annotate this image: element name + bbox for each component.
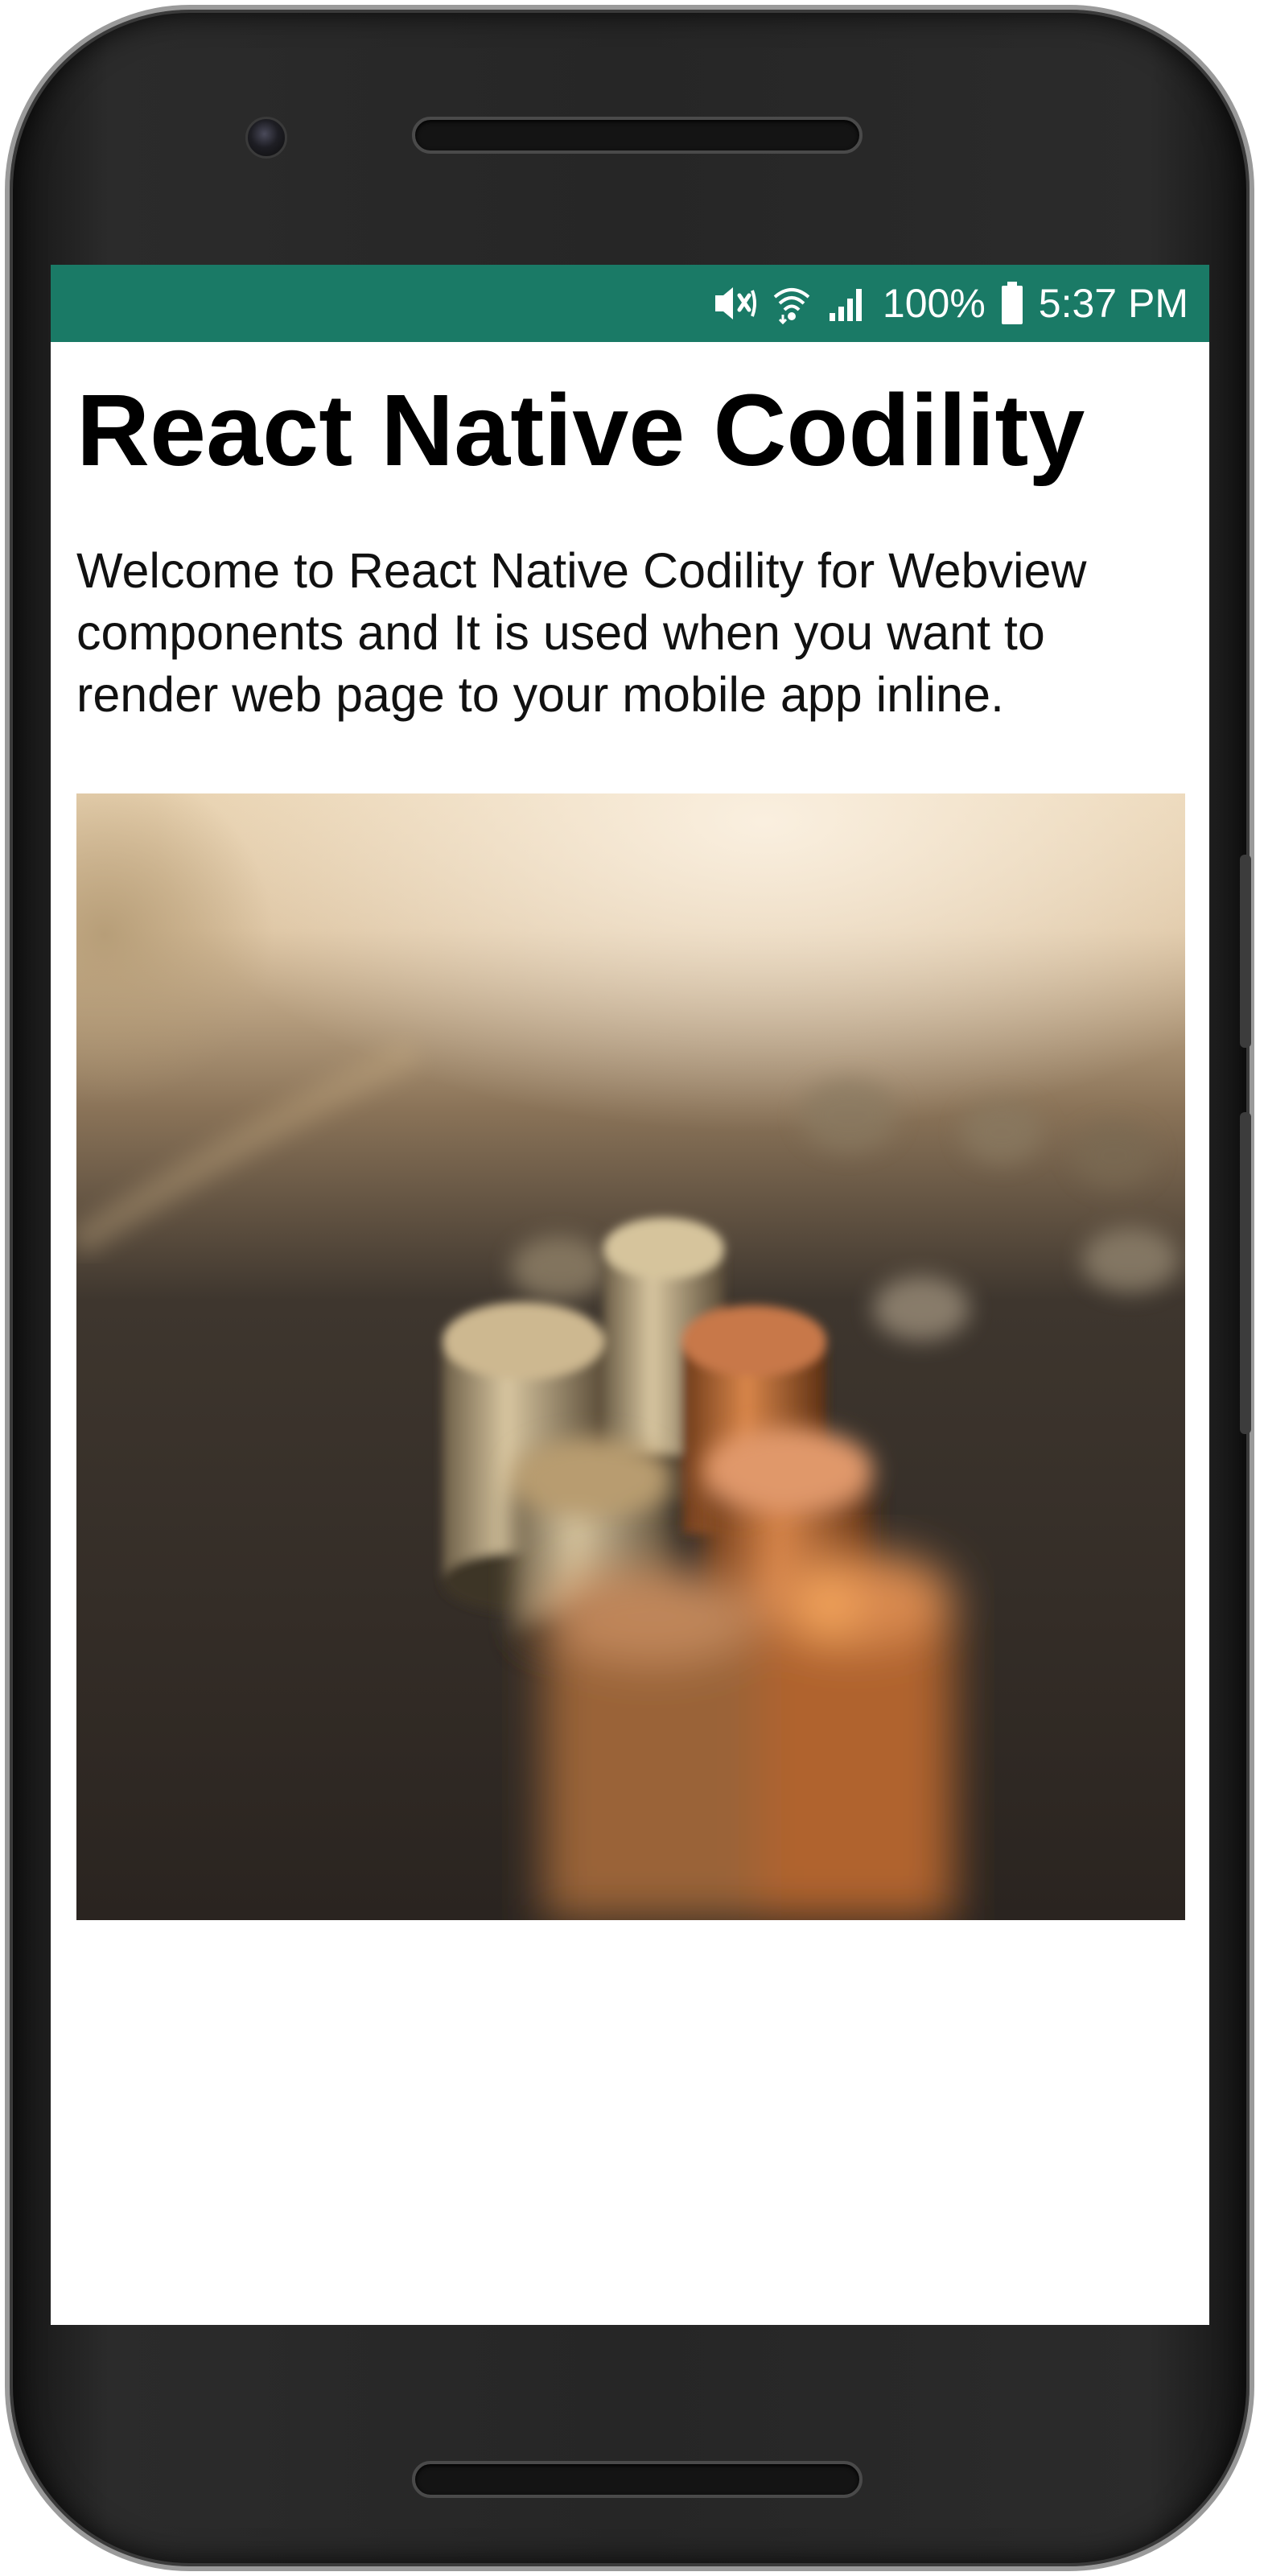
top-speaker: [412, 117, 863, 154]
bottom-speaker: [412, 2461, 863, 2498]
front-camera: [245, 117, 287, 159]
screen: 100% 5:37 PM React Native Codility Welco…: [51, 265, 1209, 2325]
page-title: React Native Codility: [76, 373, 1085, 487]
status-bar: 100% 5:37 PM: [51, 265, 1209, 342]
cell-signal-icon: [826, 282, 868, 324]
vibrate-mute-icon: [712, 282, 757, 324]
coins-photo: [76, 793, 1185, 1920]
battery-icon: [1000, 282, 1024, 325]
battery-percent: 100%: [882, 281, 986, 326]
power-button: [1240, 855, 1251, 1048]
intro-paragraph: Welcome to React Native Codility for Web…: [76, 543, 1087, 722]
volume-button: [1240, 1112, 1251, 1434]
status-time: 5:37 PM: [1038, 281, 1188, 326]
wifi-icon: [772, 282, 812, 324]
webview-content: React Native Codility Welcome to React N…: [76, 342, 1187, 726]
